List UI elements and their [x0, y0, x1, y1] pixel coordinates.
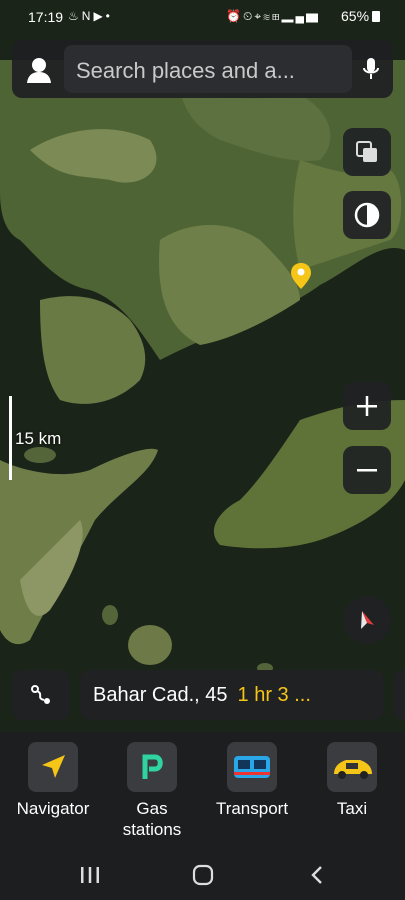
- n-icon: N: [81, 9, 94, 23]
- zoom-in-button[interactable]: [343, 382, 391, 430]
- theme-button[interactable]: [343, 191, 391, 239]
- app-label: Transport: [215, 799, 289, 818]
- system-nav-bar: [0, 852, 405, 900]
- app-gas-stations[interactable]: Gas stations: [102, 742, 202, 840]
- gas-stations-icon: [127, 742, 177, 792]
- system-icons: ⏰⏲⌖≋⊞▂▄▆: [226, 9, 320, 24]
- battery-status: 65%: [341, 8, 381, 24]
- location-pin-icon[interactable]: [290, 262, 312, 290]
- route-eta: 1 hr 3 ...: [237, 683, 311, 706]
- recent-apps-button[interactable]: [70, 860, 110, 890]
- flame-icon: ♨: [68, 9, 82, 23]
- battery-icon: [372, 11, 381, 22]
- taxi-icon: [327, 742, 377, 792]
- back-button[interactable]: [297, 860, 337, 890]
- clock-icon: ⏲: [242, 9, 255, 23]
- app-label: Taxi: [336, 799, 368, 818]
- search-bar: Search places and a...: [12, 40, 393, 98]
- home-button[interactable]: [183, 860, 223, 890]
- route-suggestion-card[interactable]: Bahar Cad., 45 1 hr 3 ...: [80, 670, 384, 720]
- app-label: Navigator: [16, 799, 90, 818]
- route-address: Bahar Cad., 45: [93, 683, 228, 706]
- recent-apps-icon: [81, 867, 99, 883]
- app-label: Gas stations: [122, 799, 182, 839]
- search-input[interactable]: Search places and a...: [64, 45, 352, 93]
- battery-level: 65%: [341, 8, 370, 24]
- theme-icon: [354, 202, 380, 228]
- bottom-sheet: Navigator Gas stations Transport Taxi: [0, 732, 405, 900]
- wifi-icon: ≋: [263, 9, 272, 23]
- signal-icon: ▂▄▆: [281, 9, 321, 23]
- navigator-icon: [28, 742, 78, 792]
- location-icon: ⌖: [254, 9, 264, 23]
- volte-icon: ⊞: [271, 9, 282, 23]
- next-route-card[interactable]: [393, 670, 405, 720]
- layers-button[interactable]: [343, 128, 391, 176]
- back-icon: [311, 866, 322, 884]
- alarm-icon: ⏰: [226, 9, 243, 23]
- status-bar: 17:19 ♨N▶• ⏰⏲⌖≋⊞▂▄▆ 65%: [0, 0, 405, 34]
- profile-icon[interactable]: [24, 54, 54, 84]
- map-scale-label: 15 km: [15, 429, 62, 448]
- compass-button[interactable]: [343, 596, 391, 644]
- layers-icon: [356, 141, 377, 162]
- compass-icon: [361, 611, 374, 629]
- map-scale-bar: [9, 396, 12, 480]
- zoom-out-button[interactable]: [343, 446, 391, 494]
- app-shortcuts: Navigator Gas stations Transport Taxi: [0, 732, 405, 852]
- microphone-icon[interactable]: [356, 54, 386, 84]
- route-icon: [31, 685, 50, 704]
- zoom-out-icon: [357, 469, 377, 472]
- home-icon: [192, 864, 214, 886]
- clock-time: 17:19: [28, 9, 64, 25]
- search-placeholder: Search places and a...: [76, 58, 295, 83]
- app-navigator[interactable]: Navigator: [3, 742, 103, 819]
- zoom-in-icon: [357, 396, 377, 416]
- app-transport[interactable]: Transport: [202, 742, 302, 819]
- transport-icon: [227, 742, 277, 792]
- notification-icons: ♨N▶•: [68, 9, 113, 23]
- route-button[interactable]: [12, 670, 70, 720]
- dot-icon: •: [105, 9, 113, 23]
- app-taxi[interactable]: Taxi: [302, 742, 402, 819]
- youtube-icon: ▶: [93, 9, 106, 23]
